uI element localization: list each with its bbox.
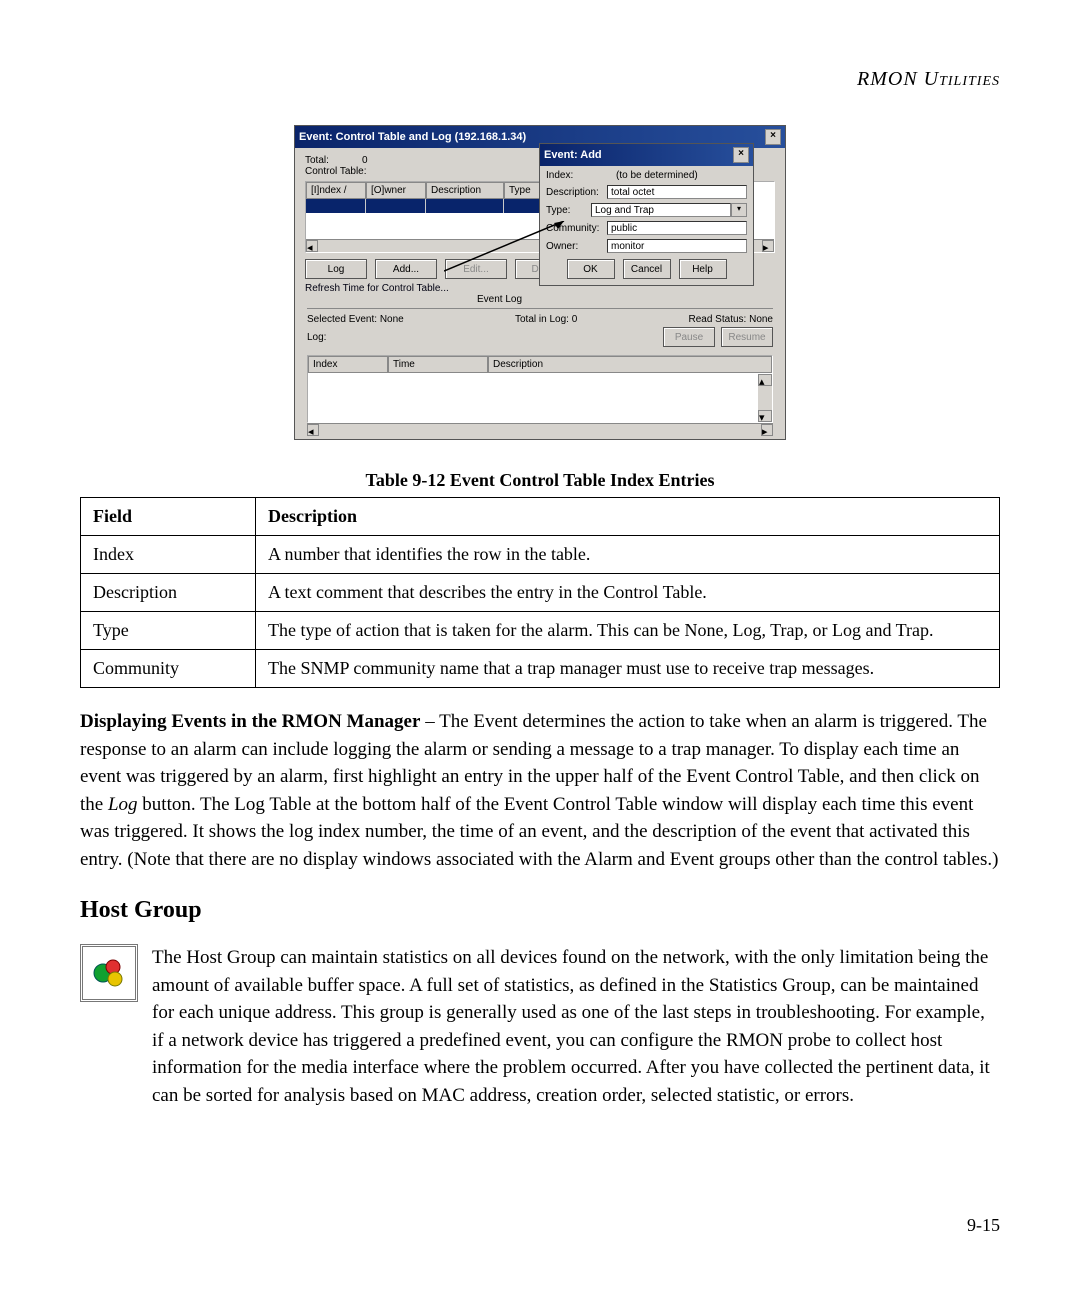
col-index[interactable]: [I]ndex / <box>306 182 366 199</box>
popup-titlebar: Event: Add × <box>540 144 753 166</box>
scroll-down-icon[interactable]: ▾ <box>758 410 772 422</box>
total-label: Total: <box>305 155 329 166</box>
log-label: Log: <box>307 332 326 343</box>
h-scrollbar2[interactable]: ◂ ▸ <box>307 423 773 436</box>
close-icon[interactable]: × <box>765 129 781 145</box>
owner-input[interactable] <box>607 239 747 253</box>
type-select[interactable] <box>591 203 731 217</box>
col-desc[interactable]: Description <box>426 182 504 199</box>
cancel-button[interactable]: Cancel <box>623 259 671 279</box>
doc-table: Field Description Index A number that id… <box>80 497 1000 688</box>
host-group-heading: Host Group <box>80 897 1000 924</box>
main-title-text: Event: Control Table and Log (192.168.1.… <box>299 131 526 143</box>
table-caption: Table 9-12 Event Control Table Index Ent… <box>80 470 1000 491</box>
table-row: Community The SNMP community name that a… <box>81 650 1000 688</box>
log-table[interactable]: Index Time Description ▴ ▾ <box>307 355 773 423</box>
table-row: Type The type of action that is taken fo… <box>81 612 1000 650</box>
popup-desc-label: Description: <box>546 187 607 198</box>
scroll-left-icon[interactable]: ◂ <box>307 424 319 436</box>
edit-button[interactable]: Edit... <box>445 259 507 279</box>
paragraph-events: Displaying Events in the RMON Manager – … <box>80 708 1000 873</box>
selected-event: Selected Event: None <box>307 314 404 325</box>
page-header: RMON Utilities <box>857 68 1000 91</box>
chevron-down-icon[interactable]: ▾ <box>731 203 747 217</box>
th-field: Field <box>81 498 256 536</box>
col-owner[interactable]: [O]wner <box>366 182 426 199</box>
pause-button[interactable]: Pause <box>663 327 715 347</box>
popup-owner-label: Owner: <box>546 241 607 252</box>
page-number: 9-15 <box>967 1215 1000 1236</box>
popup-community-label: Community: <box>546 223 607 234</box>
resume-button[interactable]: Resume <box>721 327 773 347</box>
popup-title: Event: Add <box>544 149 602 161</box>
event-add-dialog: Event: Add × Index: (to be determined) D… <box>539 143 754 286</box>
para-body-b: button. The Log Table at the bottom half… <box>80 794 998 870</box>
popup-index-value: (to be determined) <box>616 170 698 181</box>
read-status: Read Status: None <box>689 314 774 325</box>
description-input[interactable] <box>607 185 747 199</box>
log-button[interactable]: Log <box>305 259 367 279</box>
para-lead: Displaying Events in the RMON Manager <box>80 711 420 732</box>
table-row: Index A number that identifies the row i… <box>81 536 1000 574</box>
scroll-right-icon[interactable]: ▸ <box>761 424 773 436</box>
ok-button[interactable]: OK <box>567 259 615 279</box>
log-col-desc[interactable]: Description <box>488 356 772 373</box>
popup-type-label: Type: <box>546 205 591 216</box>
add-button[interactable]: Add... <box>375 259 437 279</box>
th-desc: Description <box>256 498 1000 536</box>
scroll-right-icon[interactable]: ▸ <box>762 240 774 252</box>
v-scrollbar[interactable]: ▴ ▾ <box>758 374 772 422</box>
paragraph-host-group: The Host Group can maintain statistics o… <box>80 944 1000 1109</box>
host-group-body: The Host Group can maintain statistics o… <box>152 944 1000 1109</box>
popup-index-label: Index: <box>546 170 616 181</box>
total-in-log: Total in Log: 0 <box>515 314 577 325</box>
screenshot-figure: Event: Control Table and Log (192.168.1.… <box>80 125 1000 440</box>
help-button[interactable]: Help <box>679 259 727 279</box>
total-value: 0 <box>362 155 368 166</box>
log-col-index[interactable]: Index <box>308 356 388 373</box>
scroll-left-icon[interactable]: ◂ <box>306 240 318 252</box>
scroll-up-icon[interactable]: ▴ <box>758 374 772 386</box>
table-row: Description A text comment that describe… <box>81 574 1000 612</box>
community-input[interactable] <box>607 221 747 235</box>
event-log-legend: Event Log <box>471 294 528 305</box>
host-group-icon <box>80 944 138 1002</box>
log-col-time[interactable]: Time <box>388 356 488 373</box>
close-icon[interactable]: × <box>733 147 749 163</box>
para-log-word: Log <box>108 794 138 815</box>
